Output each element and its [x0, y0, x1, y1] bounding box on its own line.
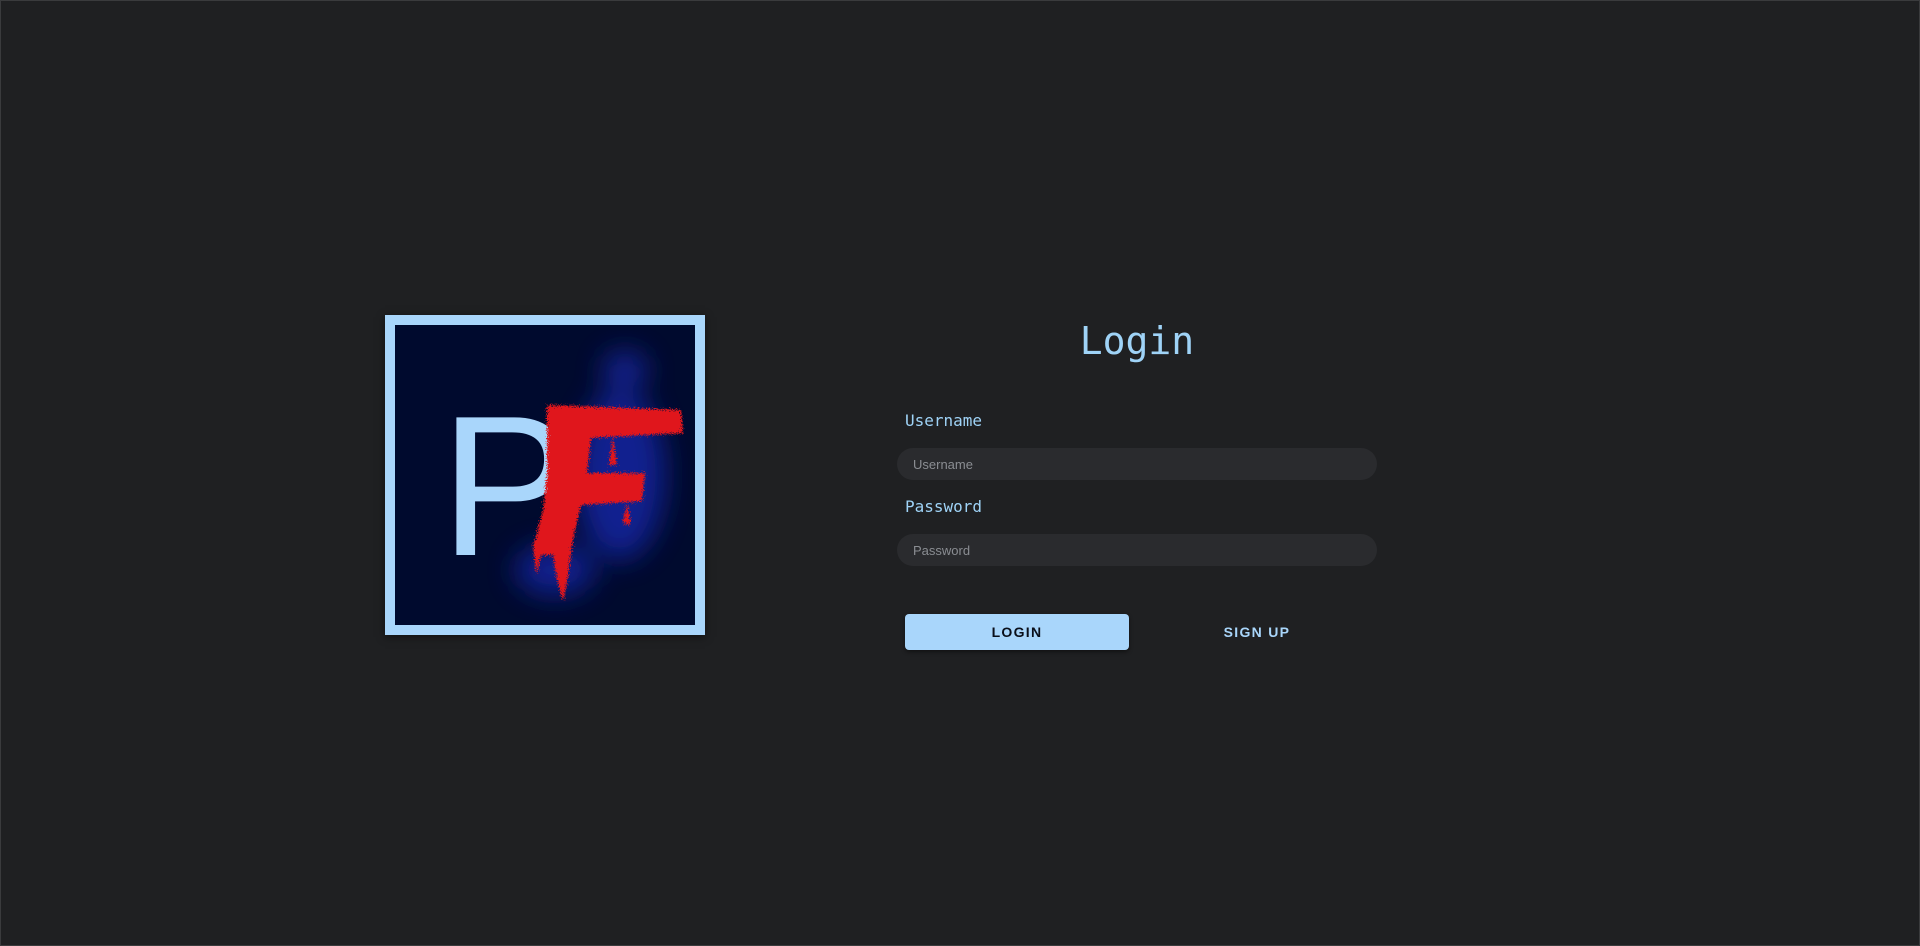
password-label: Password: [905, 497, 983, 516]
logo-background: P: [395, 325, 695, 625]
logo-graphic: P: [440, 352, 683, 601]
login-title: Login: [1079, 319, 1195, 363]
password-input[interactable]: [897, 534, 1377, 566]
signup-button[interactable]: SIGN UP: [1145, 614, 1369, 650]
login-button[interactable]: LOGIN: [905, 614, 1129, 650]
app-logo: P: [385, 315, 705, 635]
username-label: Username: [905, 411, 983, 430]
login-page: P Login Username Password LOGIN SIGN UP: [0, 0, 1920, 946]
username-input[interactable]: [897, 448, 1377, 480]
